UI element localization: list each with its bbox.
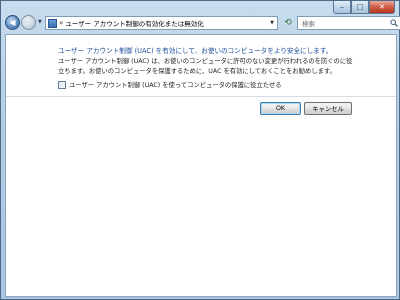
cancel-button[interactable]: キャンセル (304, 102, 352, 115)
search-input[interactable]: 検索 (298, 18, 388, 28)
control-panel-icon (48, 18, 57, 28)
uac-checkbox[interactable] (58, 80, 66, 89)
uac-description: ユーザー アカウント制御 (UAC) は、お使いのコンピュータに許可のない変更が… (58, 58, 353, 75)
search-box[interactable]: 検索 (297, 16, 400, 30)
back-button[interactable]: ◀ (5, 15, 20, 30)
window: ‒ □ ✕ ◀ ▶ ▼ « ユーザー アカウント制御の有効化または無効化 ▼ ⟲… (0, 0, 400, 300)
chevron-down-icon: ▼ (270, 20, 274, 26)
refresh-icon: ⟲ (284, 17, 292, 28)
uac-option[interactable]: ユーザー アカウント制御 (UAC) を使ってコンピュータの保護に役立たせる (58, 80, 282, 89)
back-arrow-icon: ◀ (9, 17, 16, 27)
content-pane: ユーザー アカウント制御 (UAC) を有効にして、お使いのコンピュータをより安… (5, 34, 397, 297)
page-title: ユーザー アカウント制御 (UAC) を有効にして、お使いのコンピュータをより安… (58, 47, 333, 55)
divider (6, 96, 396, 97)
address-dropdown-button[interactable]: ▼ (267, 20, 277, 26)
address-bar[interactable]: « ユーザー アカウント制御の有効化または無効化 ▼ (45, 16, 278, 30)
uac-checkbox-label[interactable]: ユーザー アカウント制御 (UAC) を使ってコンピュータの保護に役立たせる (69, 80, 282, 89)
ok-button[interactable]: OK (260, 102, 301, 115)
forward-arrow-icon: ▶ (25, 17, 32, 27)
recent-pages-dropdown[interactable]: ▼ (38, 19, 42, 25)
search-button[interactable] (388, 19, 400, 27)
chevron-down-icon: ▼ (38, 19, 42, 25)
refresh-button[interactable]: ⟲ (281, 16, 295, 30)
breadcrumb-overflow[interactable]: « (59, 19, 63, 27)
forward-button[interactable]: ▶ (21, 15, 36, 30)
search-icon (390, 19, 398, 27)
navigation-bar: ◀ ▶ ▼ « ユーザー アカウント制御の有効化または無効化 ▼ ⟲ 検索 (5, 13, 400, 33)
breadcrumb-path[interactable]: ユーザー アカウント制御の有効化または無効化 (65, 18, 267, 28)
